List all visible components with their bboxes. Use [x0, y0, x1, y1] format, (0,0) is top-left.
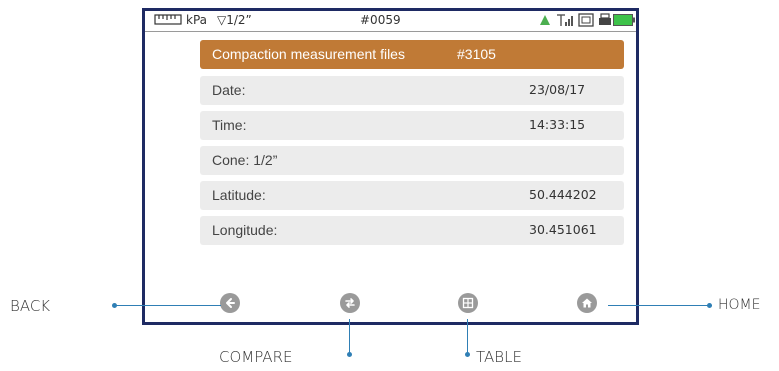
table-callout-line	[467, 319, 468, 355]
back-callout-dot	[112, 303, 117, 308]
table-button[interactable]	[458, 293, 478, 313]
file-number-label: #0059	[360, 13, 401, 27]
home-button[interactable]	[577, 293, 597, 313]
compare-callout-line	[349, 319, 350, 355]
gps-icon	[538, 13, 552, 31]
home-callout-line	[608, 305, 712, 306]
back-callout-label: BACK	[10, 297, 51, 315]
field-label: Date:	[212, 82, 246, 98]
field-row-longitude: Longitude: 30.451061	[200, 216, 624, 245]
cone-size-label: ▽1/2”	[217, 13, 252, 27]
back-callout-line	[114, 305, 221, 306]
table-icon	[462, 297, 474, 309]
field-label: Cone: 1/2”	[212, 152, 278, 168]
record-title: Compaction measurement files	[212, 46, 405, 62]
back-button[interactable]	[220, 293, 240, 313]
home-icon	[582, 298, 592, 308]
field-value: 30.451061	[529, 222, 597, 237]
table-callout-dot	[465, 352, 470, 357]
device-screen: kPa ▽1/2” #0059 Compaction measurement f…	[142, 8, 639, 325]
record-number: #3105	[457, 46, 496, 62]
field-row-time: Time: 14:33:15	[200, 111, 624, 140]
field-value: 50.444202	[529, 187, 597, 202]
compare-button[interactable]	[340, 293, 360, 313]
home-callout-label: HOME	[718, 297, 761, 313]
ruler-icon	[154, 12, 182, 30]
field-row-date: Date: 23/08/17	[200, 76, 624, 105]
compare-callout-dot	[347, 352, 352, 357]
field-value: 23/08/17	[529, 82, 586, 97]
field-value: 14:33:15	[529, 117, 586, 132]
compare-icon	[345, 298, 355, 308]
field-row-cone: Cone: 1/2”	[200, 146, 624, 175]
table-callout-label: TABLE	[476, 348, 522, 366]
signal-icon	[556, 13, 574, 31]
printer-icon	[598, 13, 612, 31]
home-callout-dot	[707, 303, 712, 308]
field-label: Longitude:	[212, 222, 278, 238]
sd-card-icon	[578, 13, 594, 31]
field-label: Time:	[212, 117, 247, 133]
back-arrow-icon	[226, 298, 235, 308]
unit-label: kPa	[186, 13, 207, 27]
status-bar: kPa ▽1/2” #0059	[145, 11, 636, 32]
compare-callout-label: COMPARE	[219, 348, 293, 366]
field-label: Latitude:	[212, 187, 266, 203]
record-header: Compaction measurement files #3105	[200, 40, 624, 69]
battery-icon	[613, 14, 635, 30]
field-row-latitude: Latitude: 50.444202	[200, 181, 624, 210]
